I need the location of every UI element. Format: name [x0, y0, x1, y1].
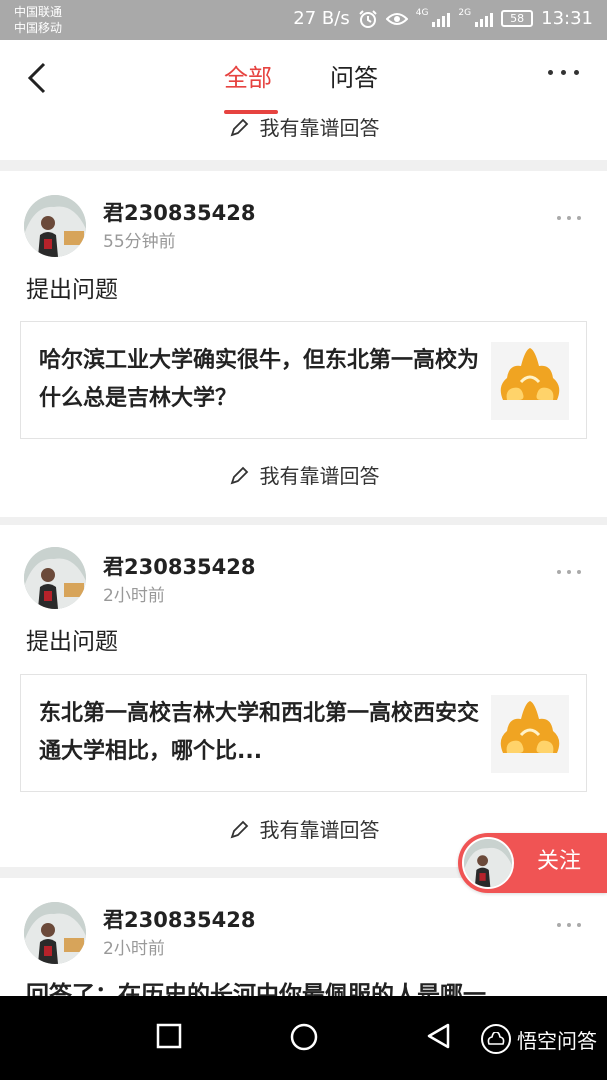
- card-more-button[interactable]: [557, 570, 581, 574]
- action-text: 提出问题: [26, 277, 118, 303]
- username[interactable]: 君230835428: [103, 906, 256, 934]
- card-more-button[interactable]: [557, 923, 581, 927]
- answer-button-label: 我有靠谱回答: [259, 464, 380, 488]
- pencil-icon: [230, 466, 248, 485]
- post-time: 2小时前: [103, 939, 165, 959]
- battery-icon: 58: [501, 10, 534, 27]
- watermark: 悟空问答: [481, 1024, 597, 1054]
- tab-qa[interactable]: 问答: [330, 60, 378, 96]
- feed-card: 君230835428 2小时前 回答了：在历史的长河中你最佩服的人是哪一: [0, 878, 607, 996]
- watermark-text: 悟空问答: [517, 1028, 597, 1053]
- pencil-icon: [230, 118, 248, 137]
- question-thumbnail: [491, 695, 569, 773]
- card-more-button[interactable]: [557, 216, 581, 220]
- username[interactable]: 君230835428: [103, 199, 256, 227]
- feed-card: 君230835428 55分钟前 提出问题 哈尔滨工业大学确实很牛，但东北第一高…: [0, 171, 607, 517]
- carrier-info: 中国联通 中国移动: [14, 4, 62, 36]
- more-options-button[interactable]: [548, 70, 579, 75]
- answer-button[interactable]: 我有靠谱回答: [0, 116, 607, 143]
- status-bar: 中国联通 中国移动 27 B/s 4G 2G 58 13:31: [0, 0, 607, 40]
- status-icons: 27 B/s 4G 2G 58 13:31: [293, 8, 593, 29]
- wukong-cloud-icon: [500, 348, 560, 400]
- question-title: 东北第一高校吉林大学和西北第一高校西安交通大学相比，哪个比...: [39, 701, 479, 764]
- wukong-logo-icon: [481, 1024, 511, 1054]
- answer-button-label: 我有靠谱回答: [259, 116, 380, 140]
- partial-card: 我有靠谱回答: [0, 116, 607, 160]
- home-icon[interactable]: [289, 1022, 319, 1052]
- carrier-2: 中国移动: [14, 21, 63, 35]
- action-text: 提出问题: [26, 629, 118, 655]
- back-icon[interactable]: [425, 1022, 453, 1050]
- clock: 13:31: [541, 8, 593, 29]
- back-arrow-icon[interactable]: [20, 60, 56, 96]
- system-nav-bar: 悟空问答: [0, 996, 607, 1080]
- question-card[interactable]: 东北第一高校吉林大学和西北第一高校西安交通大学相比，哪个比...: [20, 674, 587, 792]
- answer-button[interactable]: 我有靠谱回答: [0, 461, 607, 491]
- question-card[interactable]: 哈尔滨工业大学确实很牛，但东北第一高校为什么总是吉林大学？: [20, 321, 587, 439]
- follow-label: 关注: [537, 849, 582, 874]
- avatar: [462, 837, 514, 889]
- avatar[interactable]: [24, 902, 86, 964]
- signal-2g-icon: [475, 11, 494, 27]
- answer-button-label: 我有靠谱回答: [259, 818, 380, 842]
- wukong-cloud-icon: [500, 701, 560, 753]
- alarm-icon: [359, 9, 377, 28]
- pencil-icon: [230, 820, 248, 839]
- avatar[interactable]: [24, 195, 86, 257]
- avatar[interactable]: [24, 547, 86, 609]
- eye-comfort-icon: [385, 12, 408, 25]
- question-title: 哈尔滨工业大学确实很牛，但东北第一高校为什么总是吉林大学？: [39, 348, 479, 411]
- recent-apps-icon[interactable]: [155, 1022, 183, 1050]
- net-4g-label: 4G: [415, 8, 429, 18]
- net-2g-label: 2G: [458, 8, 472, 18]
- question-thumbnail: [491, 342, 569, 420]
- follow-button[interactable]: 关注: [458, 833, 607, 893]
- signal-4g-icon: [432, 11, 451, 27]
- post-time: 55分钟前: [103, 232, 176, 252]
- action-text[interactable]: 回答了：在历史的长河中你最佩服的人是哪一: [26, 980, 486, 996]
- post-time: 2小时前: [103, 586, 165, 606]
- username[interactable]: 君230835428: [103, 553, 256, 581]
- feed-card: 君230835428 2小时前 提出问题 东北第一高校吉林大学和西北第一高校西安…: [0, 525, 607, 867]
- active-tab-indicator: [224, 110, 278, 114]
- carrier-1: 中国联通: [14, 5, 63, 19]
- tab-all[interactable]: 全部: [224, 60, 272, 96]
- net-speed: 27 B/s: [293, 8, 350, 29]
- top-nav: 全部 问答: [0, 40, 607, 116]
